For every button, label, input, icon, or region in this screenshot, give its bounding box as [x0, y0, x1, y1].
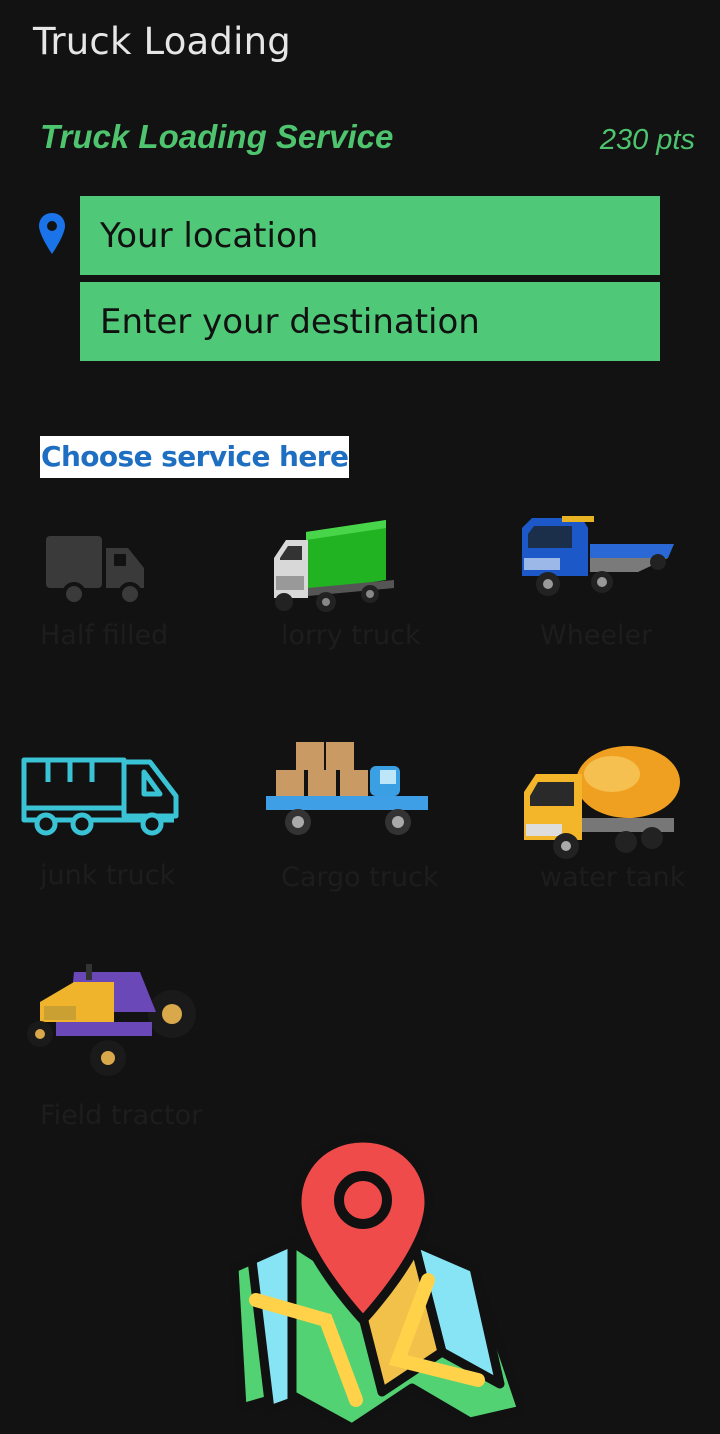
lorry-truck-icon — [274, 520, 394, 612]
service-half-filled[interactable]: Half filled — [40, 530, 170, 660]
service-field-tractor[interactable]: Field tractor — [26, 962, 206, 1132]
app-title: Truck Loading — [33, 20, 291, 63]
service-label: Half filled — [40, 620, 169, 651]
cargo-truck-icon — [266, 742, 428, 835]
service-label: lorry truck — [281, 620, 421, 651]
flatbed-wheeler-icon — [522, 516, 674, 596]
location-input[interactable] — [80, 196, 660, 275]
tractor-icon — [27, 964, 196, 1076]
map-illustration — [229, 1133, 527, 1425]
choose-service-label: Choose service here — [40, 436, 350, 478]
service-junk-truck[interactable]: junk truck — [20, 756, 190, 896]
half-filled-truck-icon — [46, 536, 144, 606]
location-pin-icon — [39, 213, 65, 254]
service-water-tank[interactable]: water tank — [520, 738, 690, 898]
points-badge: 230 pts — [599, 124, 695, 156]
junk-truck-icon — [21, 757, 179, 836]
destination-input[interactable] — [80, 282, 660, 361]
service-label: Cargo truck — [281, 862, 439, 893]
service-title: Truck Loading Service — [40, 118, 394, 155]
service-cargo-truck[interactable]: Cargo truck — [262, 738, 439, 898]
service-label: Wheeler — [540, 620, 653, 651]
service-label: junk truck — [40, 860, 176, 891]
mixer-tank-truck-icon — [524, 746, 680, 859]
service-wheeler[interactable]: Wheeler — [518, 514, 678, 654]
service-label: Field tractor — [40, 1100, 203, 1131]
service-lorry-truck[interactable]: lorry truck — [270, 518, 421, 658]
service-label: water tank — [540, 862, 686, 893]
